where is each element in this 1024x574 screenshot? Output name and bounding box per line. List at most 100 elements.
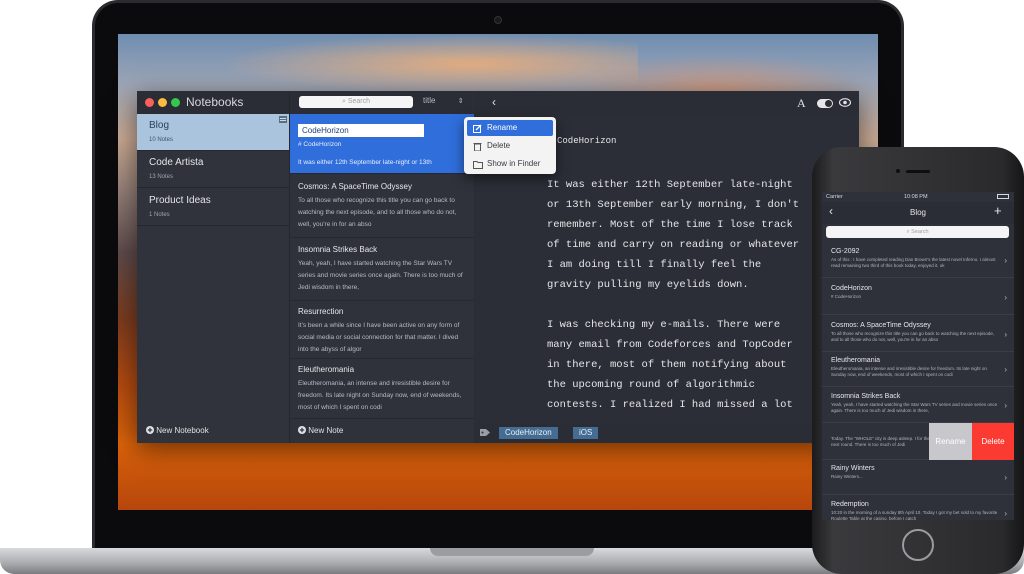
notebook-item-code-artista[interactable]: Code Artista 13 Notes (137, 151, 289, 188)
notebook-count: 10 Notes (149, 137, 174, 143)
notebook-name: Code Artista (149, 157, 204, 168)
sort-value: title (423, 96, 436, 105)
toggle-knob (825, 100, 832, 107)
note-item[interactable]: Cosmos: A SpaceTime Odyssey To all those… (290, 176, 474, 238)
note-preview: As of this : I have completed reading Da… (831, 257, 996, 268)
editor-line: contests. I realized I had missed a lot (547, 399, 793, 411)
phone-note-item[interactable]: Redemption 10:20 in the morning of a sun… (822, 496, 1014, 520)
trash-icon (473, 143, 482, 151)
note-item[interactable]: Insomnia Strikes Back Yeah, yeah, I have… (290, 239, 474, 301)
note-title: Eleutheromania (831, 357, 881, 364)
phone-camera-icon (896, 169, 900, 173)
editor-line: the upcoming round of algorithmic (547, 379, 755, 391)
note-preview: Eleutheromania, an intense and irresisti… (831, 366, 987, 377)
notebook-item-blog[interactable]: Blog 10 Notes (137, 114, 289, 151)
note-title: Rainy Winters (831, 465, 875, 472)
minimize-window-button[interactable] (158, 98, 167, 107)
note-item-codehorizon[interactable]: CodeHorizon # CodeHorizon It was either … (290, 114, 474, 174)
note-title: Redemption (831, 501, 869, 508)
context-delete[interactable]: Delete (467, 138, 553, 154)
search-placeholder: Search (911, 229, 929, 235)
editor-line: I am doing till I finally feel the (547, 259, 762, 271)
context-show-in-finder[interactable]: Show in Finder (467, 156, 553, 172)
tag-icon (480, 429, 490, 436)
editor-line: in there, most of them notifying about (547, 359, 787, 371)
add-icon[interactable]: + (994, 203, 1002, 218)
battery-icon (997, 194, 1009, 199)
editor-line: gravity pulling my eyelids down. (547, 279, 749, 291)
phone-note-item[interactable]: CG-2092 As of this : I have completed re… (822, 243, 1014, 278)
note-item[interactable]: Resurrection It's been a while since I h… (290, 301, 474, 359)
phone-search-input[interactable]: ⌕ Search (826, 226, 1009, 238)
note-item[interactable]: Eleutheromania Eleutheromania, an intens… (290, 359, 474, 419)
new-notebook-label: New Notebook (156, 426, 209, 435)
editor-line: or 13th September early morning, I don't (547, 199, 800, 211)
home-button[interactable] (902, 529, 934, 561)
editor-line: I was checking my e-mails. There were (547, 319, 781, 331)
status-bar: Carrier 10:08 PM (822, 192, 1014, 202)
phone-note-item[interactable]: Eleutheromania Eleutheromania, an intens… (822, 352, 1014, 387)
search-input[interactable]: ⌕ Search (299, 96, 413, 108)
phone-note-item[interactable]: Cosmos: A SpaceTime Odyssey To all those… (822, 317, 1014, 352)
context-label: Show in Finder (487, 159, 541, 168)
laptop-notch (430, 548, 594, 556)
editor-line: many email from Codeforces and TopCoder (547, 339, 793, 351)
tag-codehorizon[interactable]: CodeHorizon (499, 427, 558, 439)
notebooks-panel: Notebooks Blog 10 Notes Code Artista 13 … (137, 91, 289, 443)
note-preview: Today. The "WHOLE" city is deep asleep. … (831, 436, 930, 447)
theme-toggle[interactable] (817, 99, 833, 108)
notebook-count: 1 Notes (149, 212, 170, 218)
chevron-right-icon: › (1004, 509, 1007, 518)
note-preview: To all those who recognize this title yo… (298, 197, 457, 228)
note-title: Insomnia Strikes Back (298, 245, 378, 254)
close-window-button[interactable] (145, 98, 154, 107)
note-preview: It's been a while since I have been acti… (298, 322, 460, 353)
font-icon[interactable]: A (797, 96, 806, 111)
new-note-label: New Note (308, 426, 344, 435)
note-title: Cosmos: A SpaceTime Odyssey (298, 182, 412, 191)
phone-screen: Carrier 10:08 PM ‹ Blog + ⌕ Search CG-20… (822, 192, 1014, 520)
new-notebook-button[interactable]: New Notebook (146, 426, 209, 435)
swipe-rename-button[interactable]: Rename (929, 423, 972, 460)
search-icon: ⌕ (906, 229, 910, 235)
swipe-delete-button[interactable]: Delete (972, 423, 1014, 460)
search-icon: ⌕ (341, 98, 346, 105)
new-note-button[interactable]: New Note (298, 426, 343, 435)
note-preview: 10:20 in the morning of a sunday 8th Apr… (831, 510, 998, 520)
back-chevron-icon[interactable]: ‹ (492, 95, 496, 109)
notebook-name: Blog (149, 120, 170, 131)
chevron-right-icon: › (1004, 256, 1007, 265)
note-title: CodeHorizon (831, 285, 872, 292)
editor-line: of time and carry on reading or whatever (547, 239, 800, 251)
notebook-item-product-ideas[interactable]: Product Ideas 1 Notes (137, 189, 289, 226)
zoom-window-button[interactable] (171, 98, 180, 107)
note-preview: Yeah, yeah, I have started watching the … (831, 402, 998, 413)
note-preview: It was either 12th September late-night … (298, 159, 432, 166)
phone-note-item[interactable]: Rainy Winters Rainy Winters... › (822, 460, 1014, 495)
clock: 10:08 PM (904, 194, 928, 200)
editor-heading: CodeHorizon (557, 136, 617, 146)
nav-title: Blog (909, 208, 926, 217)
note-tagline: # CodeHorizon (298, 141, 342, 148)
carrier-label: Carrier (826, 194, 843, 200)
note-preview: Yeah, yeah, I have started watching the … (298, 260, 463, 291)
editor-line: It was either 12th September late-night (547, 179, 793, 191)
phone-note-item[interactable]: CodeHorizon # CodeHorizon › (822, 280, 1014, 315)
editor-body[interactable]: It was either 12th September late-night … (547, 175, 799, 415)
context-rename[interactable]: Rename (467, 120, 553, 136)
tag-ios[interactable]: iOS (573, 427, 599, 439)
note-title: Insomnia Strikes Back (831, 393, 901, 400)
rename-input[interactable]: CodeHorizon (298, 124, 424, 137)
sort-select[interactable]: title ⇕ (423, 96, 464, 105)
chevron-right-icon: › (1004, 401, 1007, 410)
chevron-right-icon: › (1004, 293, 1007, 302)
chevron-right-icon: › (1004, 473, 1007, 482)
notebook-count: 13 Notes (149, 174, 174, 180)
edit-icon (473, 124, 482, 133)
note-title: CG-2092 (831, 248, 860, 255)
chevron-right-icon: › (1004, 330, 1007, 339)
note-preview: To all those who recognize this title yo… (831, 331, 995, 342)
phone-note-item[interactable]: Insomnia Strikes Back Yeah, yeah, I have… (822, 388, 1014, 423)
eye-icon[interactable] (839, 98, 851, 107)
